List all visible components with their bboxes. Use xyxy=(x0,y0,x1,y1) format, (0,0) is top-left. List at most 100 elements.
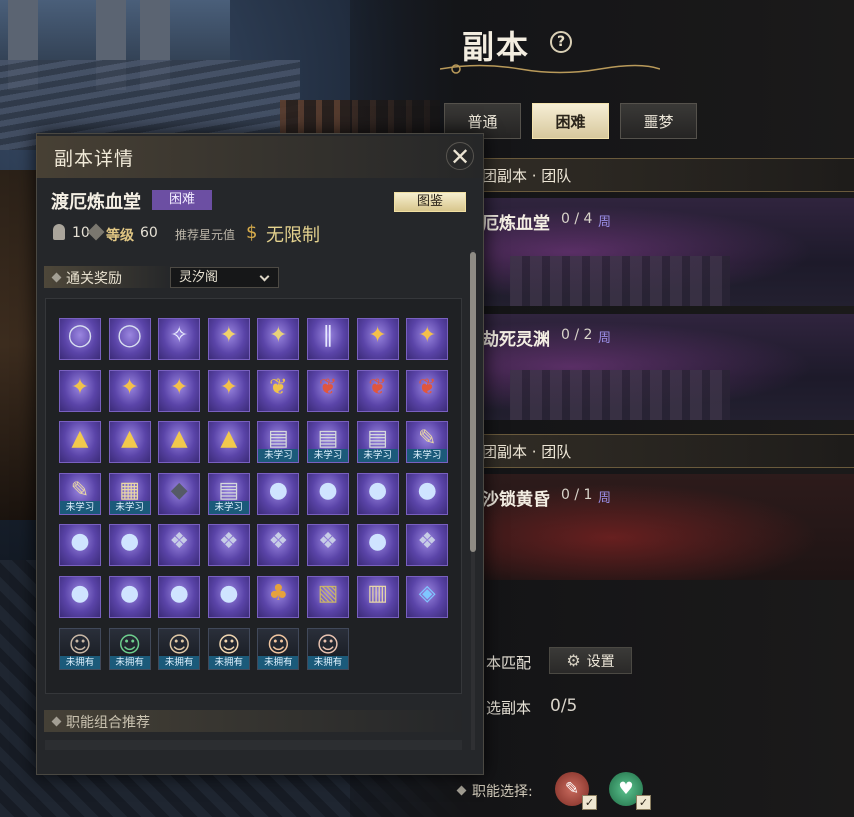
section-header-raid: 团副本 · 团队 xyxy=(450,434,854,468)
reward-item[interactable]: ✦ xyxy=(356,318,399,360)
help-icon[interactable]: ? xyxy=(550,31,572,53)
reward-item[interactable]: ❖ xyxy=(158,524,201,567)
atlas-button[interactable]: 图鉴 xyxy=(394,192,466,212)
reward-item[interactable]: ❖ xyxy=(257,524,300,567)
reward-item[interactable]: ● xyxy=(356,524,399,567)
reward-item[interactable]: ● xyxy=(108,524,151,567)
gold-beast-icon: ✦ xyxy=(219,323,239,348)
fabric-roll-icon: ❖ xyxy=(318,529,338,555)
red-pendant-icon: ❦ xyxy=(318,374,338,400)
reward-item[interactable]: ● xyxy=(59,576,101,618)
reward-item[interactable]: ✦ xyxy=(207,318,250,360)
role-attack-checkbox[interactable]: ✓ xyxy=(582,795,597,810)
reward-item[interactable]: ✦ xyxy=(257,318,300,360)
reward-grid-box xyxy=(45,298,462,694)
reward-item[interactable]: ▥ xyxy=(356,576,399,618)
reward-item[interactable]: ◈ xyxy=(406,576,449,618)
reward-item[interactable]: ♣ xyxy=(257,576,300,618)
reward-item[interactable]: ✦ xyxy=(59,369,101,412)
players-icon xyxy=(53,224,65,240)
close-icon[interactable]: ✕ xyxy=(446,142,474,171)
red-pendant-icon: ❦ xyxy=(269,374,288,400)
star-currency-icon: $ xyxy=(246,222,258,243)
reward-item[interactable]: ❖ xyxy=(307,524,349,567)
reward-item[interactable]: ❖ xyxy=(207,524,250,567)
unowned-tag: 未拥有 xyxy=(159,655,200,669)
dungeon-scene xyxy=(510,256,730,306)
match-settings-button[interactable]: ⚙ 设置 xyxy=(549,647,632,674)
gold-ingot-icon: ▲ xyxy=(220,426,238,452)
reward-item[interactable]: ✧ xyxy=(158,318,201,360)
money-pouch-icon: ● xyxy=(119,529,140,555)
reward-item[interactable]: ▤ 未学习 xyxy=(356,421,399,464)
player-count: 10 xyxy=(72,225,90,241)
reward-item[interactable]: ● xyxy=(108,576,151,618)
level-label: 等级 xyxy=(106,228,134,244)
chevron-down-icon xyxy=(259,271,270,282)
tab-nightmare[interactable]: 噩梦 xyxy=(620,103,697,139)
scrollbar-thumb[interactable] xyxy=(470,252,476,552)
reward-item[interactable]: ❦ xyxy=(257,369,300,412)
reward-item[interactable]: ● xyxy=(356,472,399,515)
reward-item[interactable]: ● xyxy=(307,472,349,515)
reward-item[interactable]: ∥ xyxy=(307,318,349,360)
reward-item[interactable]: ● xyxy=(158,576,201,618)
reward-item[interactable]: ▤ 未学习 xyxy=(207,472,250,515)
reward-item[interactable]: ✦ xyxy=(158,369,201,412)
gear-icon: ⚙ xyxy=(566,651,581,670)
role-heal-checkbox[interactable]: ✓ xyxy=(636,795,651,810)
reward-item[interactable]: ☺ 未拥有 xyxy=(257,627,300,670)
reward-item[interactable]: ❦ xyxy=(356,369,399,412)
money-pouch-icon: ● xyxy=(417,477,437,503)
reward-item[interactable]: ▤ 未学习 xyxy=(307,421,349,464)
reward-item[interactable]: ◆ xyxy=(158,472,201,515)
reward-item[interactable]: ☺ 未拥有 xyxy=(307,627,349,670)
unlearned-tag: 未学习 xyxy=(109,500,150,514)
red-pendant-icon: ❦ xyxy=(368,374,387,400)
reward-item[interactable]: ● xyxy=(59,524,101,567)
reward-item[interactable]: ✎ 未学习 xyxy=(59,472,101,515)
match-label: 本匹配 xyxy=(486,654,532,672)
reward-item[interactable]: ● xyxy=(207,576,250,618)
reward-item[interactable]: ☺ 未拥有 xyxy=(158,627,201,670)
reward-item[interactable]: ◯ xyxy=(59,318,101,360)
dungeon-period: 周 xyxy=(598,331,612,346)
reward-item[interactable]: ● xyxy=(406,472,449,515)
red-pendant-icon: ✦ xyxy=(70,374,90,400)
money-pouch-icon: ● xyxy=(367,529,388,555)
modal-title: 副本详情 xyxy=(54,148,135,170)
reward-item[interactable]: ✎ 未学习 xyxy=(406,421,449,464)
combo-label[interactable]: 职能组合推荐 xyxy=(66,712,150,732)
money-pouch-icon: ● xyxy=(219,581,239,606)
reward-item[interactable]: ◯ xyxy=(108,318,151,360)
reward-item[interactable]: ✦ xyxy=(406,318,449,360)
reward-item[interactable]: ▲ xyxy=(158,421,201,464)
reward-item[interactable]: ☺ 未拥有 xyxy=(207,627,250,670)
fabric-roll-icon: ❖ xyxy=(417,529,438,555)
reward-item[interactable]: ☺ 未拥有 xyxy=(59,627,101,670)
dungeon-period: 周 xyxy=(598,215,612,230)
reward-item[interactable]: ▧ xyxy=(307,576,349,618)
reward-item[interactable]: ● xyxy=(257,472,300,515)
reward-item[interactable]: ✦ xyxy=(108,369,151,412)
details-dungeon-name: 渡厄炼血堂 xyxy=(51,192,141,213)
reward-item[interactable]: ▲ xyxy=(108,421,151,464)
reward-item[interactable]: ❦ xyxy=(307,369,349,412)
reward-item[interactable]: ▤ 未学习 xyxy=(257,421,300,464)
unowned-tag: 未拥有 xyxy=(208,655,249,669)
reward-item[interactable]: ✦ xyxy=(207,369,250,412)
unlearned-tag: 未学习 xyxy=(208,500,249,514)
star-value-label: 推荐星元值 xyxy=(175,228,236,242)
unowned-tag: 未拥有 xyxy=(258,655,299,669)
reward-source-select[interactable]: 灵汐阁 xyxy=(170,267,279,288)
reward-item[interactable]: ❦ xyxy=(406,369,449,412)
reward-item[interactable]: ▦ 未学习 xyxy=(108,472,151,515)
unowned-tag: 未拥有 xyxy=(60,655,100,669)
reward-item[interactable]: ▲ xyxy=(207,421,250,464)
tab-hard[interactable]: 困难 xyxy=(532,103,609,139)
reward-item[interactable]: ☺ 未拥有 xyxy=(108,627,151,670)
reward-item[interactable]: ❖ xyxy=(406,524,449,567)
red-pendant-icon: ❦ xyxy=(417,374,437,400)
fabric-roll-icon: ❖ xyxy=(218,529,239,555)
reward-item[interactable]: ▲ xyxy=(59,421,101,464)
